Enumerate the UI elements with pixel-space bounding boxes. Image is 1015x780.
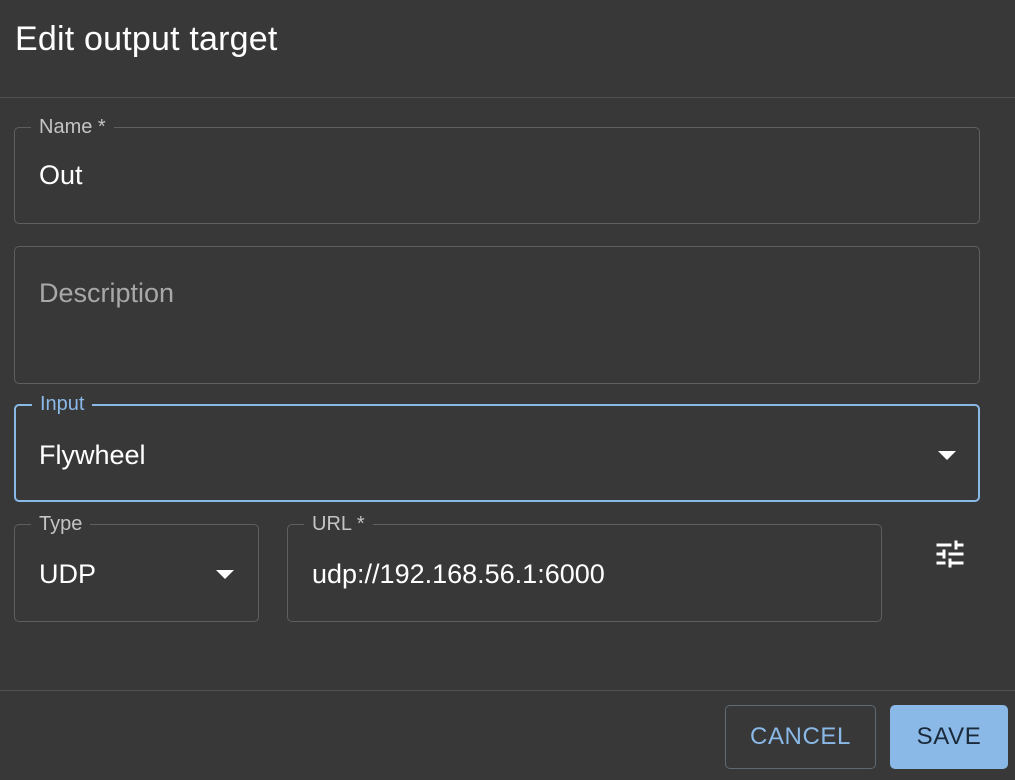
- cancel-button[interactable]: CANCEL: [725, 705, 876, 769]
- footer-divider: [0, 690, 1015, 691]
- chevron-down-icon[interactable]: [938, 451, 956, 460]
- type-selected-value[interactable]: UDP: [39, 558, 96, 590]
- input-selected-value[interactable]: Flywheel: [39, 439, 146, 471]
- header-divider: [0, 97, 1015, 98]
- url-value[interactable]: udp://192.168.56.1:6000: [312, 558, 605, 590]
- input-label: Input: [32, 392, 93, 416]
- url-field[interactable]: URL * udp://192.168.56.1:6000: [287, 512, 882, 622]
- name-label: Name *: [31, 115, 114, 139]
- type-label: Type: [31, 512, 91, 536]
- edit-output-target-dialog: Edit output target Name * Out Descriptio…: [0, 0, 1015, 780]
- description-placeholder: Description: [39, 278, 175, 308]
- url-options-button[interactable]: [926, 530, 974, 578]
- input-select[interactable]: Input Flywheel: [14, 392, 980, 502]
- name-value[interactable]: Out: [39, 159, 83, 191]
- description-field[interactable]: Description: [14, 246, 980, 384]
- name-field[interactable]: Name * Out: [14, 115, 980, 224]
- type-select[interactable]: Type UDP: [14, 512, 259, 622]
- dialog-title: Edit output target: [15, 20, 278, 58]
- save-button[interactable]: SAVE: [890, 705, 1008, 769]
- tune-icon: [936, 540, 964, 568]
- chevron-down-icon[interactable]: [216, 570, 234, 579]
- url-label: URL *: [304, 512, 373, 536]
